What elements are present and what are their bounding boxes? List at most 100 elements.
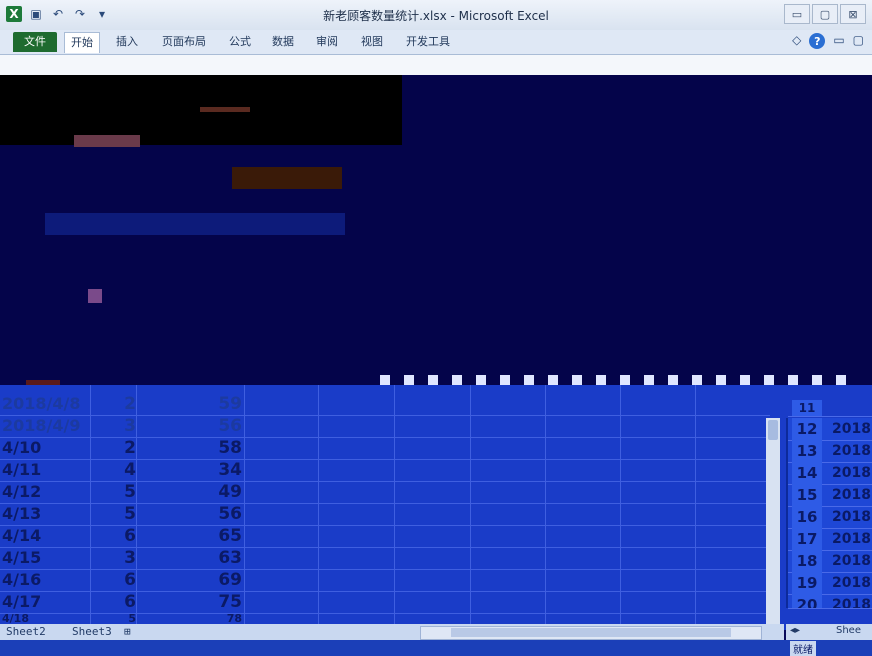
list-item: 18 2018 bbox=[788, 550, 872, 573]
new-customers-cell[interactable]: 5 bbox=[92, 481, 136, 503]
new-customers-cell[interactable]: 2 bbox=[92, 437, 136, 459]
row-number: 12 bbox=[792, 418, 822, 440]
tab-developer[interactable]: 开发工具 bbox=[400, 32, 456, 52]
list-item: 16 2018 bbox=[788, 506, 872, 529]
new-customers-cell[interactable]: 6 bbox=[92, 525, 136, 547]
new-customers-cell[interactable]: 2 bbox=[92, 393, 136, 415]
restore-button[interactable]: ▢ bbox=[812, 4, 838, 24]
date-cell[interactable]: 4/16 bbox=[0, 569, 92, 591]
new-customers-cell[interactable]: 3 bbox=[92, 547, 136, 569]
date-cell[interactable]: 4/12 bbox=[0, 481, 92, 503]
date-cell[interactable]: 4/15 bbox=[0, 547, 92, 569]
date-cell[interactable]: 2018/4/9 bbox=[0, 415, 92, 437]
window-title: 新老顾客数量统计.xlsx - Microsoft Excel bbox=[323, 9, 549, 23]
cell-value[interactable]: 2018 bbox=[832, 440, 871, 462]
date-cell[interactable]: 2018/4/8 bbox=[0, 393, 92, 415]
ribbon-tabs: 文件 开始 插入 页面布局 公式 数据 审阅 视图 开发工具 bbox=[0, 30, 872, 55]
minimize-button[interactable]: ▭ bbox=[784, 4, 810, 24]
new-customers-cell[interactable]: 6 bbox=[92, 569, 136, 591]
cell-value[interactable]: 2018 bbox=[832, 506, 871, 528]
date-cell[interactable]: 4/10 bbox=[0, 437, 92, 459]
ribbon-body bbox=[0, 55, 872, 75]
cell-value[interactable]: 2018 bbox=[832, 528, 871, 550]
row-number: 13 bbox=[792, 440, 822, 462]
second-window-tabs: ◂▸ Shee bbox=[786, 624, 872, 640]
date-cell[interactable]: 4/11 bbox=[0, 459, 92, 481]
date-cell[interactable]: 4/14 bbox=[0, 525, 92, 547]
glitch-block bbox=[380, 375, 850, 385]
vertical-scrollbar[interactable] bbox=[766, 418, 780, 626]
cell-value[interactable]: 2018 bbox=[832, 550, 871, 572]
cell-value[interactable]: 2018 bbox=[832, 484, 871, 506]
row-number: 11 bbox=[792, 400, 822, 416]
old-customers-cell[interactable]: 34 bbox=[140, 459, 242, 481]
table-row: 4/16 6 69 bbox=[0, 569, 770, 592]
workbook-minimize-icon[interactable]: ▭ bbox=[833, 33, 844, 49]
tab-data[interactable]: 数据 bbox=[266, 32, 300, 52]
window-controls: ▭ ▢ ⊠ bbox=[784, 4, 866, 24]
sheet-tab-sheet3[interactable]: Sheet3 bbox=[72, 625, 112, 638]
new-customers-cell[interactable]: 5 bbox=[92, 503, 136, 525]
new-customers-cell[interactable]: 4 bbox=[92, 459, 136, 481]
old-customers-cell[interactable]: 49 bbox=[140, 481, 242, 503]
date-cell[interactable]: 4/13 bbox=[0, 503, 92, 525]
old-customers-cell[interactable]: 59 bbox=[140, 393, 242, 415]
cell-value[interactable]: 2018 bbox=[832, 462, 871, 484]
close-button[interactable]: ⊠ bbox=[840, 4, 866, 24]
tab-page-layout[interactable]: 页面布局 bbox=[156, 32, 212, 52]
row-number: 18 bbox=[792, 550, 822, 572]
scrollbar-thumb[interactable] bbox=[451, 628, 731, 637]
table-row: 4/14 6 65 bbox=[0, 525, 770, 548]
sheet-nav-icon[interactable]: ◂▸ bbox=[790, 625, 800, 636]
corrupted-screen-region bbox=[0, 75, 872, 385]
sheet-tab-sheet2[interactable]: Sheet2 bbox=[6, 625, 46, 638]
list-item: 11 bbox=[788, 400, 872, 417]
row-number: 16 bbox=[792, 506, 822, 528]
worksheet-grid[interactable]: 2018/4/8 2 59 2018/4/9 3 56 4/10 2 58 4/… bbox=[0, 385, 872, 630]
tab-home[interactable]: 开始 bbox=[64, 32, 100, 53]
ribbon-collapse-icon[interactable]: ◇ bbox=[792, 33, 801, 49]
table-row: 2018/4/8 2 59 bbox=[0, 393, 770, 416]
horizontal-scrollbar[interactable] bbox=[420, 626, 762, 640]
table-row: 4/13 5 56 bbox=[0, 503, 770, 526]
list-item: 17 2018 bbox=[788, 528, 872, 551]
new-customers-cell[interactable]: 3 bbox=[92, 415, 136, 437]
cell-value[interactable]: 2018 bbox=[832, 572, 871, 594]
ribbon-right-controls: ◇ ? ▭ ▢ bbox=[792, 33, 864, 49]
table-row: 2018/4/9 3 56 bbox=[0, 415, 770, 438]
workbook-restore-icon[interactable]: ▢ bbox=[853, 33, 864, 49]
cell-value[interactable]: 2018 bbox=[832, 418, 871, 440]
glitch-block bbox=[200, 107, 250, 112]
date-cell[interactable]: 4/17 bbox=[0, 591, 92, 613]
tab-insert[interactable]: 插入 bbox=[110, 32, 144, 52]
old-customers-cell[interactable]: 75 bbox=[140, 591, 242, 613]
old-customers-cell[interactable]: 65 bbox=[140, 525, 242, 547]
help-icon[interactable]: ? bbox=[809, 33, 826, 49]
tab-review[interactable]: 审阅 bbox=[310, 32, 344, 52]
list-item: 14 2018 bbox=[788, 462, 872, 485]
row-number: 20 bbox=[792, 594, 822, 608]
insert-sheet-icon[interactable]: ⊞ bbox=[124, 625, 131, 638]
list-item: 15 2018 bbox=[788, 484, 872, 507]
tab-file[interactable]: 文件 bbox=[13, 32, 57, 52]
row-number: 17 bbox=[792, 528, 822, 550]
old-customers-cell[interactable]: 58 bbox=[140, 437, 242, 459]
tab-view[interactable]: 视图 bbox=[355, 32, 389, 52]
status-ready: 就绪 bbox=[790, 641, 816, 656]
list-item: 13 2018 bbox=[788, 440, 872, 463]
old-customers-cell[interactable]: 63 bbox=[140, 547, 242, 569]
cell-value[interactable]: 2018 bbox=[832, 594, 871, 608]
old-customers-cell[interactable]: 69 bbox=[140, 569, 242, 591]
table-row: 4/17 6 75 bbox=[0, 591, 770, 614]
row-number: 19 bbox=[792, 572, 822, 594]
title-bar: X ▣ ↶ ↷ ▾ 新老顾客数量统计.xlsx - Microsoft Exce… bbox=[0, 0, 872, 31]
new-customers-cell[interactable]: 6 bbox=[92, 591, 136, 613]
scrollbar-thumb[interactable] bbox=[768, 420, 778, 440]
old-customers-cell[interactable]: 56 bbox=[140, 415, 242, 437]
tab-formulas[interactable]: 公式 bbox=[223, 32, 257, 52]
old-customers-cell[interactable]: 56 bbox=[140, 503, 242, 525]
sheet-tab[interactable]: Shee bbox=[836, 625, 861, 636]
row-number: 15 bbox=[792, 484, 822, 506]
glitch-block bbox=[88, 289, 102, 303]
table-row: 4/15 3 63 bbox=[0, 547, 770, 570]
